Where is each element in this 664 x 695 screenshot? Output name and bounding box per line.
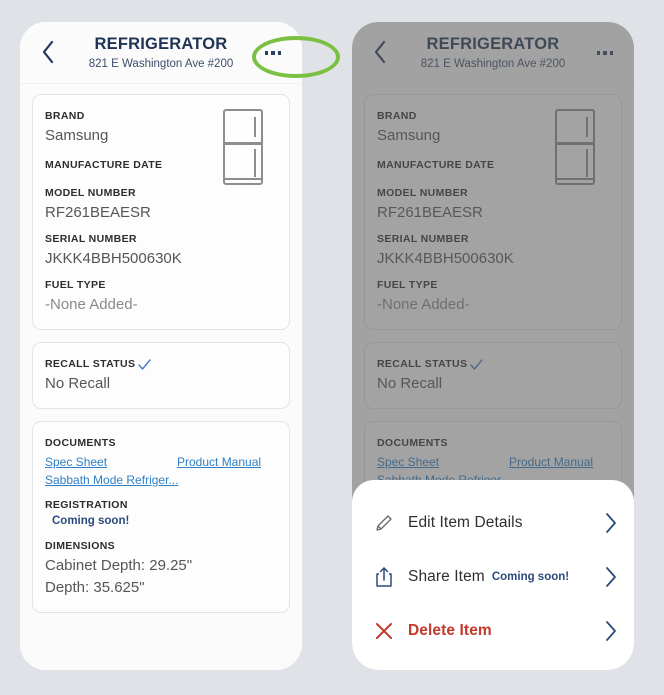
chevron-right-icon xyxy=(604,512,618,534)
item-detail-screen-dimmed: REFRIGERATOR 821 E Washington Ave #200 xyxy=(352,22,634,670)
action-label: Delete Item xyxy=(408,622,492,639)
ellipsis-dot xyxy=(271,51,275,55)
screenshot-stage: REFRIGERATOR 821 E Washington Ave #200 B… xyxy=(0,0,664,695)
field-value-fuel-type: -None Added- xyxy=(45,296,138,313)
share-coming-soon-badge: Coming soon! xyxy=(491,570,570,583)
checkmark-icon xyxy=(138,359,152,370)
overflow-menu-button[interactable] xyxy=(256,43,290,63)
pencil-icon xyxy=(374,513,408,533)
share-icon xyxy=(374,566,408,588)
registration-label: REGISTRATION xyxy=(45,499,128,511)
documents-label: DOCUMENTS xyxy=(45,437,116,449)
chevron-right-icon xyxy=(604,620,618,642)
action-label: Share Item xyxy=(408,568,485,585)
navigation-bar: REFRIGERATOR 821 E Washington Ave #200 xyxy=(20,22,302,84)
refrigerator-icon xyxy=(223,109,263,185)
page-title: REFRIGERATOR xyxy=(94,35,228,53)
close-x-icon xyxy=(374,621,408,641)
recall-status-header: RECALL STATUS xyxy=(45,357,277,372)
action-sheet: Edit Item Details Share Item Coming soon… xyxy=(352,480,634,670)
dimensions-label: DIMENSIONS xyxy=(45,540,116,552)
field-label-fuel-type: FUEL TYPE xyxy=(45,279,106,291)
navigation-titles: REFRIGERATOR 821 E Washington Ave #200 xyxy=(66,34,256,72)
phone-screen-action-sheet-view: REFRIGERATOR 821 E Washington Ave #200 xyxy=(352,22,634,670)
action-label: Edit Item Details xyxy=(408,514,523,531)
document-link-sabbath-mode[interactable]: Sabbath Mode Refriger... xyxy=(45,471,178,489)
phone-screen-detail-view: REFRIGERATOR 821 E Washington Ave #200 B… xyxy=(20,22,302,670)
documents-card: DOCUMENTS Spec Sheet Product Manual Sabb… xyxy=(32,421,290,613)
action-share-item[interactable]: Share Item Coming soon! xyxy=(352,550,634,604)
page-subtitle: 821 E Washington Ave #200 xyxy=(88,58,234,70)
chevron-right-icon xyxy=(604,566,618,588)
field-value-model-number: RF261BEAESR xyxy=(45,204,151,221)
document-link-spec-sheet[interactable]: Spec Sheet xyxy=(45,453,107,471)
recall-status-value: No Recall xyxy=(45,375,111,392)
item-details-card: BRAND Samsung MANUFACTURE DATE MODEL NUM… xyxy=(32,94,290,330)
document-link-product-manual[interactable]: Product Manual xyxy=(177,453,261,471)
documents-links-row: Spec Sheet Product Manual xyxy=(45,453,277,471)
field-label-serial-number: SERIAL NUMBER xyxy=(45,233,137,245)
registration-coming-soon-badge: Coming soon! xyxy=(52,515,130,527)
recall-status-card: RECALL STATUS No Recall xyxy=(32,342,290,409)
ellipsis-dot xyxy=(277,51,282,55)
dimension-value-cabinet-depth: Cabinet Depth: 29.25" xyxy=(45,557,193,574)
action-edit-item-details[interactable]: Edit Item Details xyxy=(352,496,634,550)
back-button[interactable] xyxy=(34,38,62,66)
detail-scroll-area[interactable]: BRAND Samsung MANUFACTURE DATE MODEL NUM… xyxy=(20,84,302,670)
field-value-serial-number: JKKK4BBH500630K xyxy=(45,250,182,267)
chevron-left-icon xyxy=(42,40,54,64)
item-detail-screen: REFRIGERATOR 821 E Washington Ave #200 B… xyxy=(20,22,302,670)
dimension-value-depth: Depth: 35.625" xyxy=(45,579,145,596)
ellipsis-dot xyxy=(264,51,269,55)
recall-status-label: RECALL STATUS xyxy=(45,358,136,370)
action-delete-item[interactable]: Delete Item xyxy=(352,604,634,658)
field-label-model-number: MODEL NUMBER xyxy=(45,187,136,199)
